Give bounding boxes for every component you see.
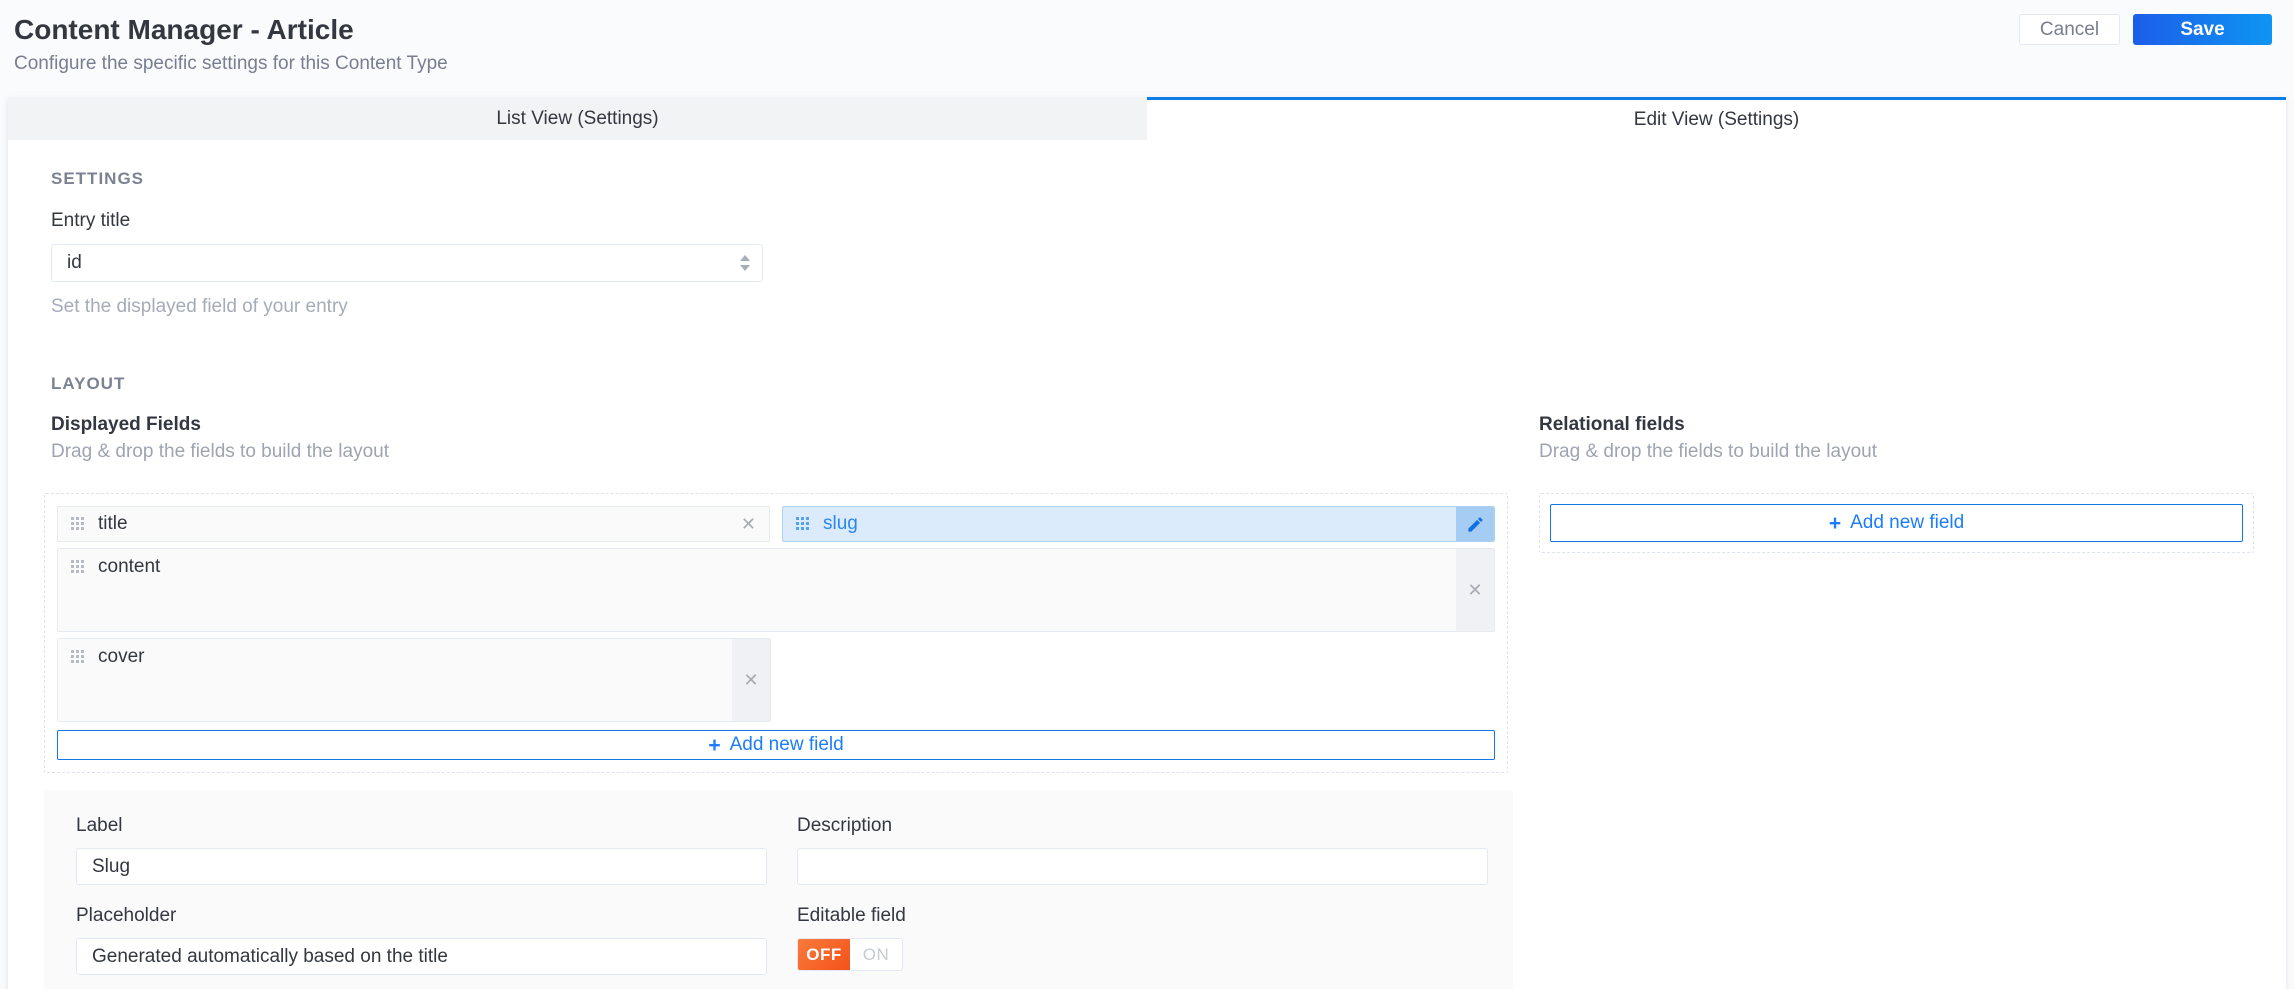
layout-columns: Displayed Fields Drag & drop the fields … [44, 414, 2254, 989]
save-button[interactable]: Save [2133, 14, 2272, 45]
entry-title-select[interactable]: id [51, 244, 763, 282]
layout-section-title: LAYOUT [51, 374, 126, 393]
cancel-button[interactable]: Cancel [2019, 14, 2120, 45]
add-field-label: Add new field [729, 734, 844, 755]
card-body: SETTINGS Entry title id Set the displaye… [8, 140, 2286, 989]
field-slug[interactable]: slug [782, 506, 1495, 542]
field-cover-header: cover [58, 639, 770, 675]
add-displayed-field-button[interactable]: + Add new field [57, 730, 1495, 760]
view-tabs: List View (Settings) Edit View (Settings… [8, 97, 2286, 140]
relational-fields-column: Relational fields Drag & drop the fields… [1539, 414, 2254, 989]
editable-field-group: Editable field OFF ON [797, 905, 1488, 975]
toggle-on-option[interactable]: ON [850, 939, 902, 970]
label-field-label: Label [76, 815, 123, 836]
field-row: cover ✕ [57, 638, 1495, 722]
field-content[interactable]: content ✕ [57, 548, 1495, 632]
entry-title-value: id [67, 252, 82, 273]
field-edit-grid: Label Description Placeholder Edita [76, 815, 1488, 975]
field-row: title ✕ slug [57, 506, 1495, 542]
remove-field-icon[interactable]: ✕ [1467, 581, 1482, 599]
field-row: content ✕ [57, 548, 1495, 632]
description-input[interactable] [797, 848, 1488, 885]
placeholder-field-label: Placeholder [76, 905, 177, 926]
page-subtitle: Configure the specific settings for this… [14, 53, 448, 74]
field-edit-panel: Label Description Placeholder Edita [44, 790, 1513, 989]
settings-section-title: SETTINGS [51, 169, 145, 188]
description-field-group: Description [797, 815, 1488, 885]
placeholder-input[interactable] [76, 938, 767, 975]
tab-edit-view[interactable]: Edit View (Settings) [1147, 97, 2286, 140]
drag-handle-icon[interactable] [71, 517, 85, 531]
edit-field-button[interactable] [1456, 507, 1494, 541]
plus-icon: + [708, 733, 721, 757]
entry-title-label: Entry title [51, 210, 131, 231]
field-title[interactable]: title ✕ [57, 506, 770, 542]
plus-icon: + [1828, 511, 1842, 535]
header-actions: Cancel Save [2019, 14, 2272, 45]
displayed-fields-subtitle: Drag & drop the fields to build the layo… [51, 441, 389, 462]
tab-list-view[interactable]: List View (Settings) [8, 97, 1147, 140]
field-content-header: content [58, 549, 1494, 585]
caret-up-icon [740, 255, 750, 261]
editable-field-label: Editable field [797, 905, 906, 926]
relational-fields-title: Relational fields [1539, 414, 1685, 435]
placeholder-field-group: Placeholder [76, 905, 767, 975]
pencil-icon [1467, 516, 1483, 532]
add-relational-field-button[interactable]: + Add new field [1550, 504, 2243, 542]
displayed-fields-dropzone: title ✕ slug content ✕ cover ✕ + Add new… [44, 493, 1508, 773]
label-input[interactable] [76, 848, 767, 885]
editable-toggle[interactable]: OFF ON [797, 938, 903, 971]
remove-field-icon[interactable]: ✕ [741, 515, 756, 533]
drag-handle-icon[interactable] [796, 517, 810, 531]
page-header: Content Manager - Article Configure the … [0, 0, 2294, 97]
add-field-label: Add new field [1850, 512, 1965, 533]
remove-strip[interactable]: ✕ [1456, 549, 1494, 631]
field-name: title [98, 513, 128, 534]
field-name: content [98, 556, 161, 577]
relational-fields-dropzone: + Add new field [1539, 493, 2254, 553]
label-field-group: Label [76, 815, 767, 885]
field-cover[interactable]: cover ✕ [57, 638, 771, 722]
displayed-fields-column: Displayed Fields Drag & drop the fields … [44, 414, 1513, 989]
toggle-off-option[interactable]: OFF [798, 939, 850, 970]
description-field-label: Description [797, 815, 893, 836]
remove-strip[interactable]: ✕ [732, 639, 770, 721]
field-name: slug [823, 513, 858, 534]
remove-field-icon[interactable]: ✕ [743, 671, 758, 689]
relational-fields-subtitle: Drag & drop the fields to build the layo… [1539, 441, 1877, 462]
drag-handle-icon[interactable] [71, 560, 85, 574]
entry-title-help: Set the displayed field of your entry [51, 296, 348, 317]
caret-down-icon [740, 265, 750, 271]
settings-card: List View (Settings) Edit View (Settings… [8, 97, 2286, 989]
field-name: cover [98, 646, 145, 667]
select-carets-icon [740, 255, 750, 271]
drag-handle-icon[interactable] [71, 650, 85, 664]
page-title: Content Manager - Article [14, 14, 354, 45]
displayed-fields-title: Displayed Fields [51, 414, 201, 435]
